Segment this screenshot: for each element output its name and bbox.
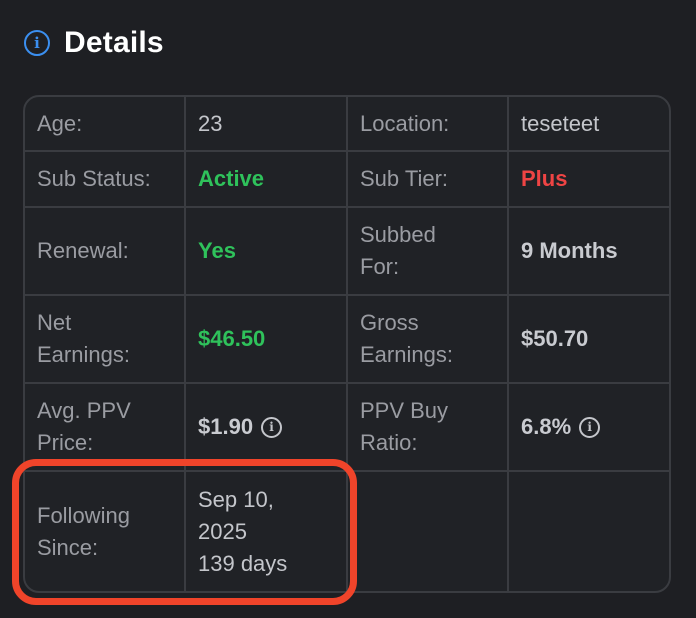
renewal-label: Renewal: [25,208,186,296]
subbed-for-value: 9 Months [509,208,669,296]
ppv-buy-ratio-value: 6.8% [521,414,572,439]
info-icon[interactable]: i [261,416,283,438]
info-icon[interactable]: i [579,416,601,438]
avg-ppv-price-label-line1: Avg. PPV [37,398,131,423]
location-label: Location: [348,97,509,152]
location-value: teseteet [509,97,669,152]
sub-tier-value: Plus [509,152,669,208]
net-earnings-label-line1: Net [37,310,72,335]
ppv-buy-ratio-label: PPV Buy Ratio: [348,384,509,472]
ppv-buy-ratio-cell: 6.8% i [509,384,669,472]
gross-earnings-value: $50.70 [509,296,669,384]
sub-tier-label: Sub Tier: [348,152,509,208]
sub-status-value: Active [186,152,348,208]
empty-cell [348,472,509,591]
age-value: 23 [186,97,348,152]
avg-ppv-price-label-line2: Price: [37,430,94,455]
empty-cell [509,472,669,591]
gross-earnings-label-line2: Earnings: [360,342,453,367]
ppv-buy-ratio-label-line1: PPV Buy [360,398,449,423]
gross-earnings-label: Gross Earnings: [348,296,509,384]
net-earnings-label-line2: Earnings: [37,342,130,367]
highlight-annotation [12,459,357,605]
net-earnings-label: Net Earnings: [25,296,186,384]
renewal-value: Yes [186,208,348,296]
avg-ppv-price-value: $1.90 [198,414,254,439]
subbed-for-label: Subbed For: [348,208,509,296]
subbed-for-label-line1: Subbed [360,222,436,247]
gross-earnings-label-line1: Gross [360,310,419,335]
net-earnings-value: $46.50 [186,296,348,384]
details-header: i Details [24,26,164,60]
age-label: Age: [25,97,186,152]
sub-status-label: Sub Status: [25,152,186,208]
details-title: Details [64,26,164,59]
ppv-buy-ratio-label-line2: Ratio: [360,430,418,455]
subbed-for-label-line2: For: [360,254,400,279]
info-icon: i [24,30,50,56]
